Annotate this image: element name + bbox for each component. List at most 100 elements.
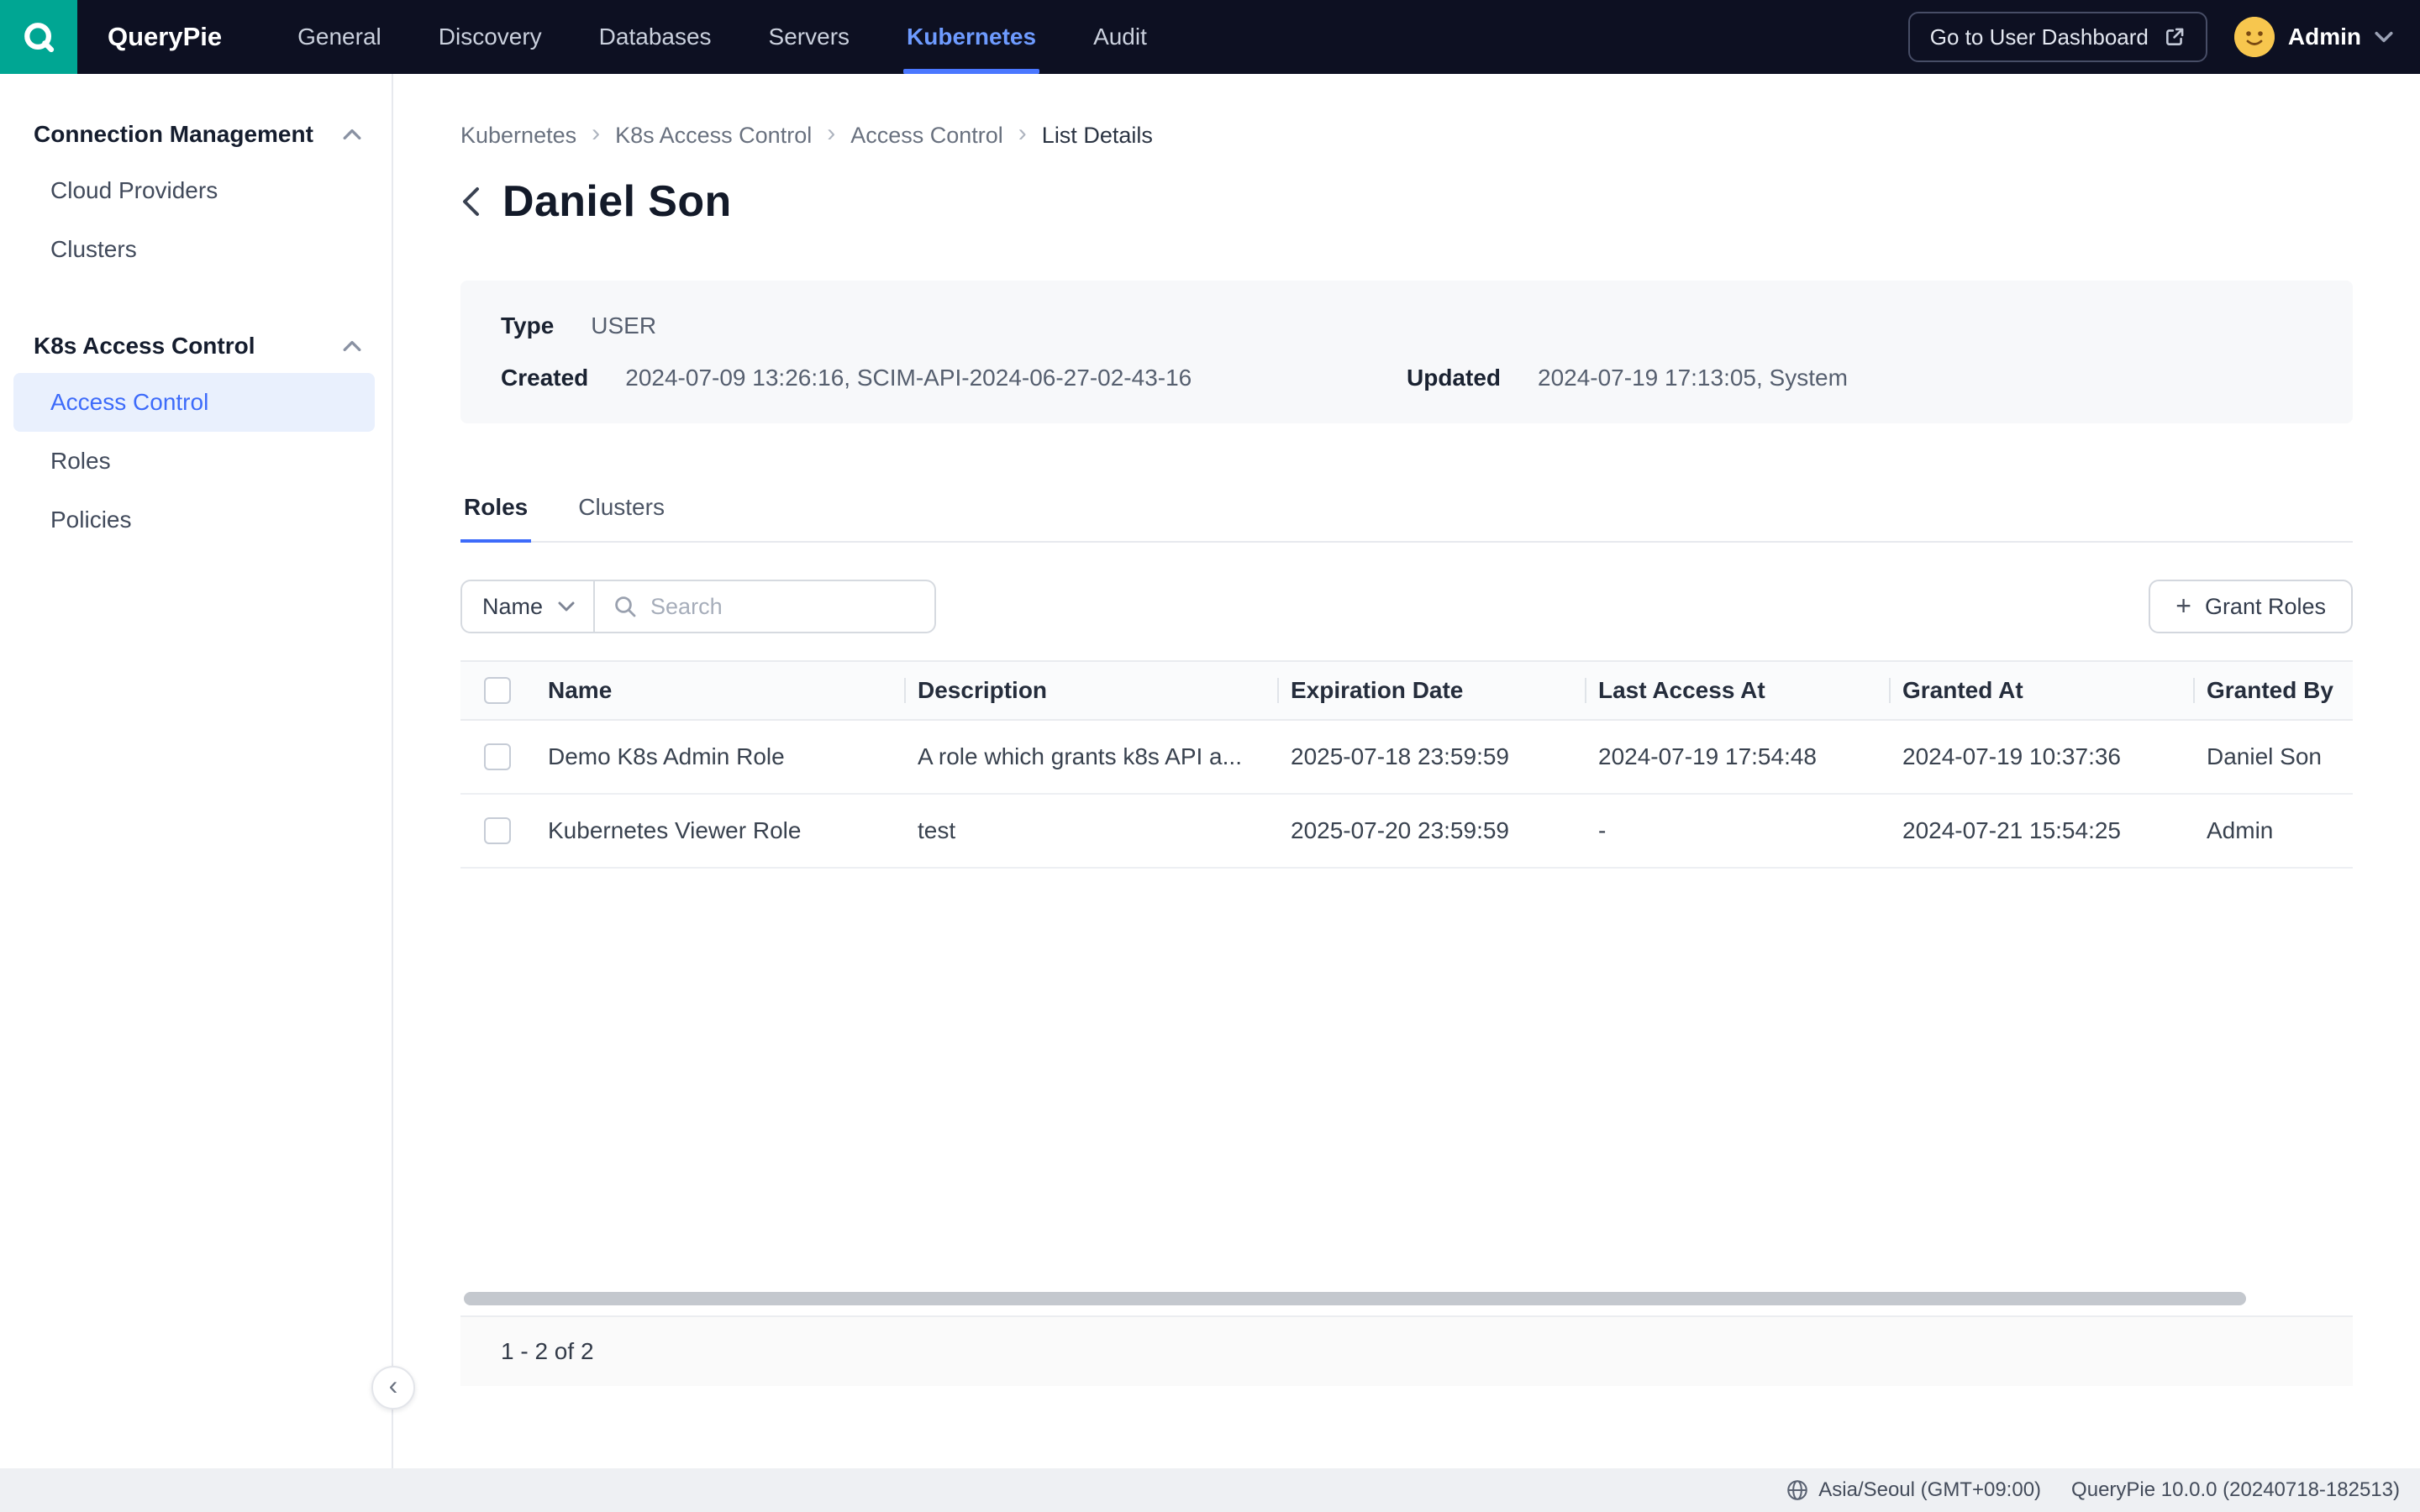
nav-item-audit[interactable]: Audit: [1065, 0, 1176, 74]
status-bar: Asia/Seoul (GMT+09:00) QueryPie 10.0.0 (…: [0, 1468, 2420, 1512]
querypie-logo[interactable]: [0, 0, 77, 74]
primary-nav: General Discovery Databases Servers Kube…: [269, 0, 1176, 74]
cell-description: test: [904, 817, 1277, 844]
chevron-up-icon: [343, 339, 361, 353]
cell-last-access-at: -: [1585, 817, 1889, 844]
avatar-face-icon: [2234, 17, 2275, 57]
sidebar-item-policies[interactable]: Policies: [13, 491, 375, 549]
row-checkbox-cell: [460, 743, 534, 770]
column-header-name: Name: [534, 677, 904, 704]
sidebar-collapse-button[interactable]: ‹: [371, 1366, 415, 1410]
version-label: QueryPie 10.0.0 (20240718-182513): [2071, 1478, 2400, 1502]
title-row: Daniel Son: [460, 176, 2353, 227]
search-icon: [613, 595, 637, 618]
globe-icon: [1786, 1479, 1808, 1501]
user-name-label: Admin: [2288, 24, 2361, 50]
user-menu[interactable]: Admin: [2234, 17, 2393, 57]
sidebar-item-cloud-providers[interactable]: Cloud Providers: [13, 161, 375, 220]
type-value: USER: [591, 312, 656, 339]
detail-row-type: Type USER: [501, 312, 2312, 339]
nav-item-databases[interactable]: Databases: [571, 0, 740, 74]
breadcrumb: Kubernetes › K8s Access Control › Access…: [460, 121, 2353, 150]
filter-row: Name + Grant Roles: [460, 580, 2353, 633]
detail-cell-created: Created 2024-07-09 13:26:16, SCIM-API-20…: [501, 365, 1407, 391]
cell-granted-by: Admin: [2193, 817, 2353, 844]
select-all-checkbox[interactable]: [484, 677, 511, 704]
brand-title: QueryPie: [108, 22, 222, 52]
breadcrumb-item-access-control[interactable]: Access Control: [850, 123, 1003, 149]
table-row[interactable]: Demo K8s Admin Role A role which grants …: [460, 721, 2353, 795]
go-to-user-dashboard-label: Go to User Dashboard: [1930, 24, 2149, 50]
tab-roles[interactable]: Roles: [460, 484, 531, 541]
cell-name: Kubernetes Viewer Role: [534, 817, 904, 844]
top-navigation-bar: QueryPie General Discovery Databases Ser…: [0, 0, 2420, 74]
chevron-down-icon: [558, 601, 575, 612]
querypie-logo-icon: [20, 18, 57, 55]
sidebar-item-clusters[interactable]: Clusters: [13, 220, 375, 279]
column-header-granted-at: Granted At: [1889, 677, 2193, 704]
back-button[interactable]: [460, 186, 481, 218]
search-box: [595, 580, 936, 633]
detail-cell-updated: Updated 2024-07-19 17:13:05, System: [1407, 365, 2312, 391]
go-to-user-dashboard-button[interactable]: Go to User Dashboard: [1908, 12, 2207, 62]
created-value: 2024-07-09 13:26:16, SCIM-API-2024-06-27…: [625, 365, 1192, 391]
sidebar-item-roles[interactable]: Roles: [13, 432, 375, 491]
type-label: Type: [501, 312, 554, 339]
nav-item-kubernetes[interactable]: Kubernetes: [878, 0, 1065, 74]
roles-table: Name Description Expiration Date Last Ac…: [460, 660, 2353, 1386]
timezone-item: Asia/Seoul (GMT+09:00): [1786, 1478, 2041, 1502]
breadcrumb-item-k8s-access-control[interactable]: K8s Access Control: [615, 123, 812, 149]
main-content: Kubernetes › K8s Access Control › Access…: [393, 74, 2420, 1468]
sidebar-section-title: K8s Access Control: [34, 333, 255, 360]
updated-value: 2024-07-19 17:13:05, System: [1538, 365, 1848, 391]
created-label: Created: [501, 365, 588, 391]
breadcrumb-item-kubernetes[interactable]: Kubernetes: [460, 123, 576, 149]
breadcrumb-item-list-details: List Details: [1042, 123, 1153, 149]
detail-row-dates: Created 2024-07-09 13:26:16, SCIM-API-20…: [501, 365, 2312, 391]
sidebar-section-title: Connection Management: [34, 121, 313, 148]
topbar-right: Go to User Dashboard Admin: [1908, 12, 2420, 62]
sidebar-section-header-connection-management[interactable]: Connection Management: [0, 108, 392, 161]
column-header-description: Description: [904, 677, 1277, 704]
column-filter-select[interactable]: Name: [460, 580, 595, 633]
row-checkbox[interactable]: [484, 817, 511, 844]
breadcrumb-separator-icon: ›: [1018, 121, 1027, 150]
cell-last-access-at: 2024-07-19 17:54:48: [1585, 743, 1889, 770]
select-all-cell: [460, 677, 534, 704]
column-filter-value: Name: [482, 594, 543, 620]
column-header-expiration-date: Expiration Date: [1277, 677, 1585, 704]
cell-description: A role which grants k8s API a...: [904, 743, 1277, 770]
cell-granted-at: 2024-07-19 10:37:36: [1889, 743, 2193, 770]
cell-granted-at: 2024-07-21 15:54:25: [1889, 817, 2193, 844]
nav-item-discovery[interactable]: Discovery: [410, 0, 571, 74]
sidebar-section-k8s-access-control: K8s Access Control Access Control Roles …: [0, 319, 392, 549]
breadcrumb-separator-icon: ›: [827, 121, 835, 150]
tab-clusters[interactable]: Clusters: [575, 484, 668, 541]
row-checkbox-cell: [460, 817, 534, 844]
horizontal-scrollbar-thumb[interactable]: [464, 1292, 2246, 1305]
grant-roles-button[interactable]: + Grant Roles: [2149, 580, 2353, 633]
cell-name: Demo K8s Admin Role: [534, 743, 904, 770]
sidebar-section-header-k8s-access-control[interactable]: K8s Access Control: [0, 319, 392, 373]
cell-granted-by: Daniel Son: [2193, 743, 2353, 770]
chevron-left-icon: [460, 186, 481, 218]
chevron-up-icon: [343, 128, 361, 141]
cell-expiration-date: 2025-07-18 23:59:59: [1277, 743, 1585, 770]
tabs-bar: Roles Clusters: [460, 484, 2353, 543]
sidebar: Connection Management Cloud Providers Cl…: [0, 74, 393, 1468]
search-input[interactable]: [650, 594, 916, 620]
table-row[interactable]: Kubernetes Viewer Role test 2025-07-20 2…: [460, 795, 2353, 869]
pagination-status: 1 - 2 of 2: [501, 1338, 594, 1365]
column-header-last-access-at: Last Access At: [1585, 677, 1889, 704]
updated-label: Updated: [1407, 365, 1501, 391]
row-checkbox[interactable]: [484, 743, 511, 770]
user-avatar: [2234, 17, 2275, 57]
nav-item-servers[interactable]: Servers: [740, 0, 878, 74]
sidebar-section-connection-management: Connection Management Cloud Providers Cl…: [0, 108, 392, 279]
table-footer: 1 - 2 of 2: [460, 1315, 2353, 1386]
timezone-label: Asia/Seoul (GMT+09:00): [1818, 1478, 2041, 1502]
version-item: QueryPie 10.0.0 (20240718-182513): [2071, 1478, 2400, 1502]
sidebar-item-access-control[interactable]: Access Control: [13, 373, 375, 432]
grant-roles-label: Grant Roles: [2205, 594, 2326, 620]
nav-item-general[interactable]: General: [269, 0, 410, 74]
